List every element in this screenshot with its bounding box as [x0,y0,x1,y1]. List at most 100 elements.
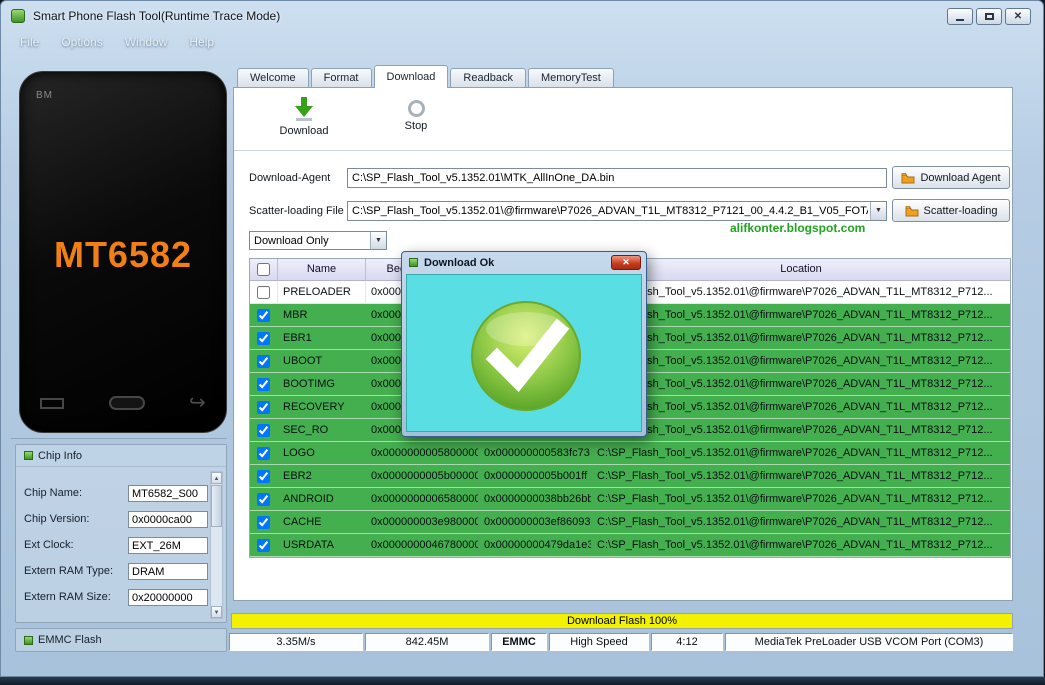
menu-window[interactable]: Window [114,32,179,54]
row-checkbox[interactable] [257,332,270,345]
partition-name-cell: EBR2 [278,465,366,487]
close-button[interactable]: ✕ [1005,8,1031,25]
dialog-close-button[interactable]: ✕ [611,255,641,270]
chip-info-group: Chip Info Chip Name: Chip Version: Ext C… [15,444,227,623]
status-usb-speed: High Speed [549,633,649,651]
row-checkbox[interactable] [257,401,270,414]
tab-format[interactable]: Format [311,68,372,87]
stop-button-label: Stop [405,120,428,132]
row-checkbox[interactable] [257,516,270,529]
status-elapsed-time: 4:12 [651,633,723,651]
menu-options[interactable]: Options [50,32,113,54]
row-checkbox[interactable] [257,493,270,506]
partition-name-cell: CACHE [278,511,366,533]
download-button[interactable]: Download [262,96,346,146]
scrollbar-thumb[interactable] [211,485,222,527]
row-checkbox-cell [250,350,278,372]
begin-address-cell: 0x000000003e980000 [366,511,479,533]
partition-name-cell: BOOTIMG [278,373,366,395]
emmc-flash-label: EMMC Flash [38,634,102,646]
tab-bar: Welcome Format Download Readback MemoryT… [237,65,616,87]
chip-info-title: Chip Info [38,450,82,462]
begin-address-cell: 0x0000000046780000 [366,534,479,556]
tab-readback[interactable]: Readback [450,68,526,87]
select-all-checkbox[interactable] [257,263,270,276]
header-name: Name [278,259,366,280]
tab-download[interactable]: Download [374,65,449,88]
row-checkbox[interactable] [257,309,270,322]
chip-version-field[interactable] [128,511,208,528]
row-checkbox[interactable] [257,539,270,552]
location-cell: C:\SP_Flash_Tool_v5.1352.01\@firmware\P7… [592,465,1010,487]
phone-menu-icon [40,398,64,409]
table-row[interactable]: ANDROID0x00000000065800000x0000000038bb2… [250,488,1010,511]
tab-memorytest[interactable]: MemoryTest [528,68,614,87]
location-cell: C:\SP_Flash_Tool_v5.1352.01\@firmware\P7… [592,396,1010,418]
ram-size-label: Extern RAM Size: [24,591,111,603]
end-address-cell: 0x000000000583fc73 [479,442,592,464]
scatter-loading-button[interactable]: Scatter-loading [892,199,1010,222]
title-bar: Smart Phone Flash Tool(Runtime Trace Mod… [1,1,1043,31]
table-row[interactable]: CACHE0x000000003e9800000x000000003ef8609… [250,511,1010,534]
download-button-label: Download [280,125,329,137]
stop-button[interactable]: Stop [374,96,458,146]
end-address-cell: 0x00000000479da1e3 [479,534,592,556]
maximize-button[interactable] [976,8,1002,25]
stop-icon [408,100,425,117]
ext-clock-field[interactable] [128,537,208,554]
header-location: Location [592,259,1010,280]
end-address-cell: 0x0000000005b001ff [479,465,592,487]
table-row[interactable]: USRDATA0x00000000467800000x00000000479da… [250,534,1010,557]
partition-name-cell: EBR1 [278,327,366,349]
row-checkbox[interactable] [257,424,270,437]
status-com-port: MediaTek PreLoader USB VCOM Port (COM3) [725,633,1013,651]
row-checkbox-cell [250,396,278,418]
scatter-file-value: C:\SP_Flash_Tool_v5.1352.01\@firmware\P7… [352,202,868,220]
location-cell: C:\SP_Flash_Tool_v5.1352.01\@firmware\P7… [592,281,1010,303]
scroll-up-icon[interactable]: ▲ [211,472,222,484]
location-cell: C:\SP_Flash_Tool_v5.1352.01\@firmware\P7… [592,442,1010,464]
success-check-icon [465,293,587,415]
chip-name-field[interactable] [128,485,208,502]
download-agent-button[interactable]: Download Agent [892,166,1010,189]
end-address-cell: 0x0000000038bb26bb [479,488,592,510]
ram-size-field[interactable] [128,589,208,606]
dialog-icon [409,258,418,267]
row-checkbox[interactable] [257,355,270,368]
row-checkbox[interactable] [257,470,270,483]
download-mode-combobox[interactable]: Download Only ▼ [249,231,387,250]
app-icon [11,9,25,23]
window-title: Smart Phone Flash Tool(Runtime Trace Mod… [33,9,280,23]
menu-help[interactable]: Help [178,32,225,54]
dialog-title-bar[interactable]: Download Ok [402,252,646,273]
download-agent-path-field[interactable] [347,168,887,188]
dialog-title: Download Ok [424,257,494,269]
minimize-button[interactable] [947,8,973,25]
row-checkbox[interactable] [257,378,270,391]
chevron-down-icon[interactable]: ▼ [870,202,886,220]
row-checkbox-cell [250,534,278,556]
chevron-down-icon[interactable]: ▼ [370,232,386,249]
ram-type-field[interactable] [128,563,208,580]
tab-welcome[interactable]: Welcome [237,68,309,87]
chip-info-icon [24,451,33,460]
row-checkbox[interactable] [257,286,270,299]
phone-image: BM MT6582 ↩ [19,71,227,433]
location-cell: C:\SP_Flash_Tool_v5.1352.01\@firmware\P7… [592,534,1010,556]
menu-file[interactable]: File [9,32,50,54]
scatter-file-combobox[interactable]: C:\SP_Flash_Tool_v5.1352.01\@firmware\P7… [347,201,887,221]
begin-address-cell: 0x0000000005800000 [366,442,479,464]
partition-name-cell: RECOVERY [278,396,366,418]
table-row[interactable]: EBR20x0000000005b000000x0000000005b001ff… [250,465,1010,488]
row-checkbox-cell [250,327,278,349]
table-row[interactable]: LOGO0x00000000058000000x000000000583fc73… [250,442,1010,465]
row-checkbox-cell [250,442,278,464]
row-checkbox[interactable] [257,447,270,460]
phone-back-icon: ↩ [189,393,206,413]
location-cell: C:\SP_Flash_Tool_v5.1352.01\@firmware\P7… [592,350,1010,372]
watermark-text: alifkonter.blogspot.com [730,221,865,235]
chip-version-label: Chip Version: [24,513,89,525]
chip-info-scrollbar[interactable]: ▲ ▼ [210,471,223,619]
scroll-down-icon[interactable]: ▼ [211,606,222,618]
row-checkbox-cell [250,465,278,487]
